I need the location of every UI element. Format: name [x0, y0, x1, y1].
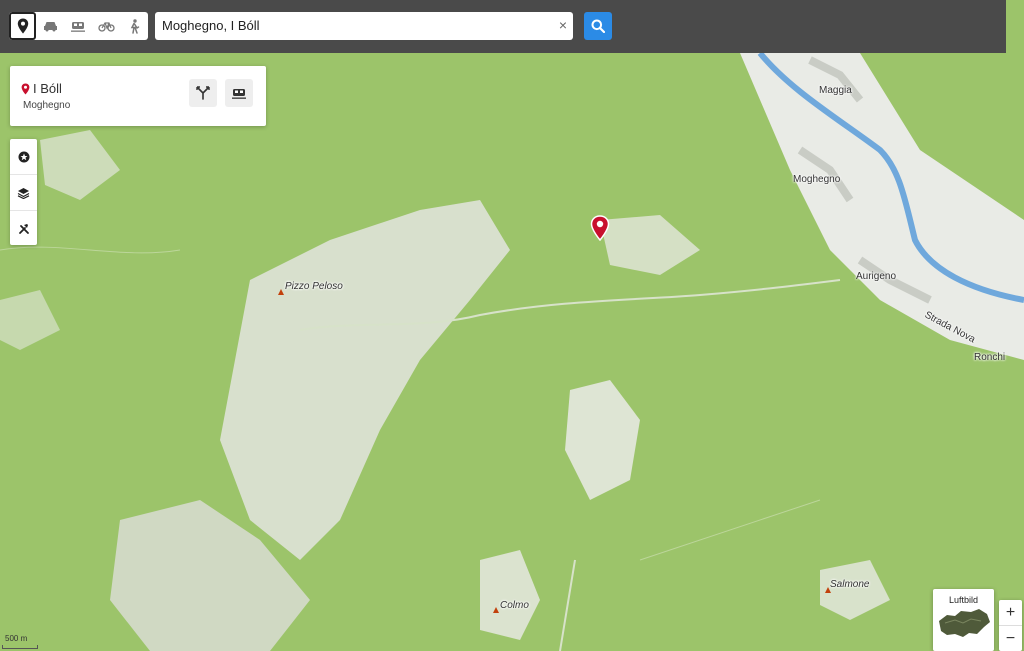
bicycle-icon[interactable] [92, 12, 120, 40]
search-box: × [155, 12, 573, 40]
location-pin-icon[interactable] [9, 12, 36, 40]
label-maggia: Maggia [819, 85, 852, 96]
route-button[interactable] [189, 79, 217, 107]
side-toolbar [10, 139, 37, 245]
route-icon [196, 86, 210, 100]
top-toolbar: × [0, 0, 1006, 53]
label-pizzo-peloso: Pizzo Peloso [285, 281, 343, 292]
layers-button[interactable] [10, 175, 37, 211]
layers-icon [17, 187, 30, 199]
tools-icon [18, 223, 29, 234]
scale-bar [2, 645, 38, 649]
peak-icon [493, 607, 499, 613]
scale-label: 500 m [5, 634, 28, 643]
car-icon[interactable] [36, 12, 64, 40]
aerial-view-button[interactable]: Luftbild [933, 589, 994, 651]
switzerland-map-icon [939, 609, 990, 637]
label-colmo: Colmo [500, 600, 529, 611]
zoom-out-button[interactable]: − [999, 626, 1022, 651]
label-salmone: Salmone [830, 579, 870, 590]
star-icon [18, 151, 29, 162]
search-input[interactable] [155, 12, 542, 38]
favorites-button[interactable] [10, 139, 37, 175]
search-button[interactable] [584, 12, 612, 40]
label-aurigeno: Aurigeno [856, 271, 897, 282]
label-ronchi: Ronchi [974, 352, 1006, 363]
pedestrian-icon[interactable] [120, 12, 148, 40]
zoom-in-button[interactable]: + [999, 600, 1022, 626]
travel-mode-selector [9, 12, 148, 40]
place-subtitle: Moghegno [23, 100, 71, 111]
zoom-control: + − [999, 600, 1022, 651]
train-icon[interactable] [64, 12, 92, 40]
location-pin-icon [21, 82, 30, 100]
train-icon [232, 88, 246, 99]
tools-button[interactable] [10, 211, 37, 246]
peak-icon [278, 289, 284, 295]
magnifier-icon [591, 19, 605, 33]
clear-search-button[interactable]: × [559, 17, 567, 33]
place-title: I Bóll [33, 81, 62, 96]
label-moghegno: Moghegno [793, 174, 841, 185]
place-card: I Bóll Moghegno [10, 66, 266, 126]
public-transport-button[interactable] [225, 79, 253, 107]
